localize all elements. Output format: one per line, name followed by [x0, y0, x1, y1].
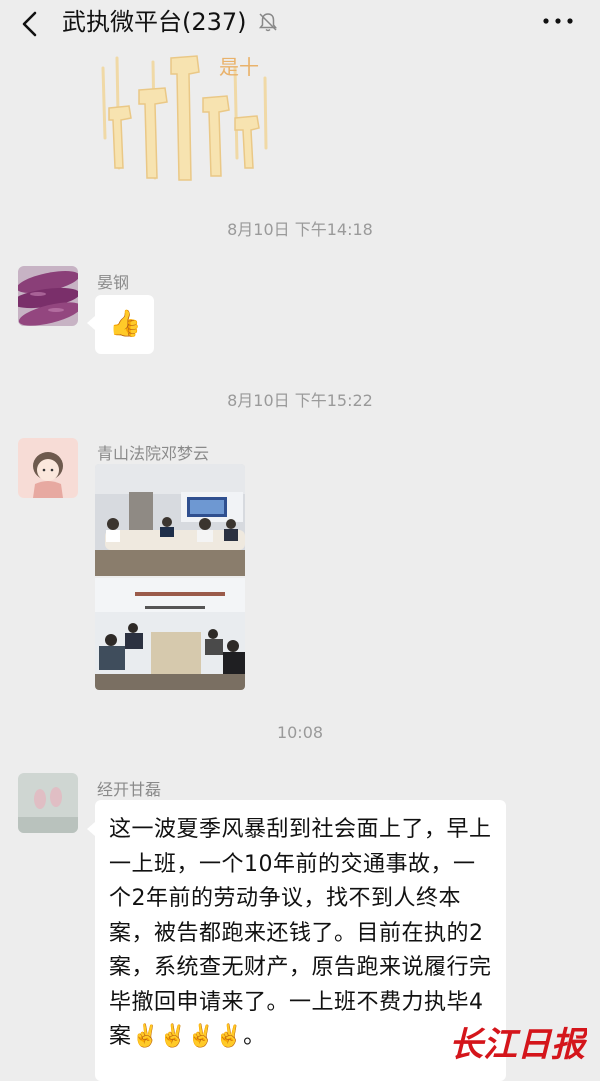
avatar[interactable]	[18, 773, 78, 833]
victory-hand-icon: ✌️✌️✌️✌️	[131, 1024, 244, 1049]
thumbs-up-icon: 👍	[109, 309, 142, 339]
timestamp: 8月10日 下午15:22	[227, 391, 373, 410]
sender-name: 经开甘磊	[97, 780, 162, 799]
chevron-left-icon[interactable]	[18, 10, 44, 38]
sticker-caption: 是十	[219, 55, 259, 79]
message-bubble[interactable]: 👍	[95, 295, 154, 354]
watermark-text: 长江日报	[449, 1025, 587, 1065]
bubble-tail	[87, 822, 95, 836]
avatar[interactable]	[18, 266, 78, 326]
meeting-photo[interactable]	[95, 464, 245, 690]
bubble-tail	[87, 316, 95, 330]
message-body: 这一波夏季风暴刮到社会面上了，早上一上班，一个10年前的交通事故，一个2年前的劳…	[109, 817, 492, 1049]
message-end: 。	[243, 1024, 266, 1049]
chat-title: 武执微平台(237)	[62, 8, 247, 36]
watermark-logo: 长江日报	[449, 1025, 587, 1065]
timestamp: 10:08	[276, 723, 324, 742]
avatar[interactable]	[18, 438, 78, 498]
chat-header: 武执微平台(237)	[0, 0, 600, 48]
sender-name: 晏钢	[97, 273, 130, 292]
more-dots-icon[interactable]	[542, 16, 574, 26]
message-bubble[interactable]: 这一波夏季风暴刮到社会面上了，早上一上班，一个10年前的交通事故，一个2年前的劳…	[95, 800, 506, 1081]
sender-name: 青山法院邓梦云	[97, 444, 210, 463]
message-text: 这一波夏季风暴刮到社会面上了，早上一上班，一个10年前的交通事故，一个2年前的劳…	[109, 813, 497, 1055]
timestamp: 8月10日 下午14:18	[227, 220, 373, 239]
sticker-image[interactable]: 是十	[95, 48, 280, 188]
bell-muted-icon	[258, 13, 278, 32]
